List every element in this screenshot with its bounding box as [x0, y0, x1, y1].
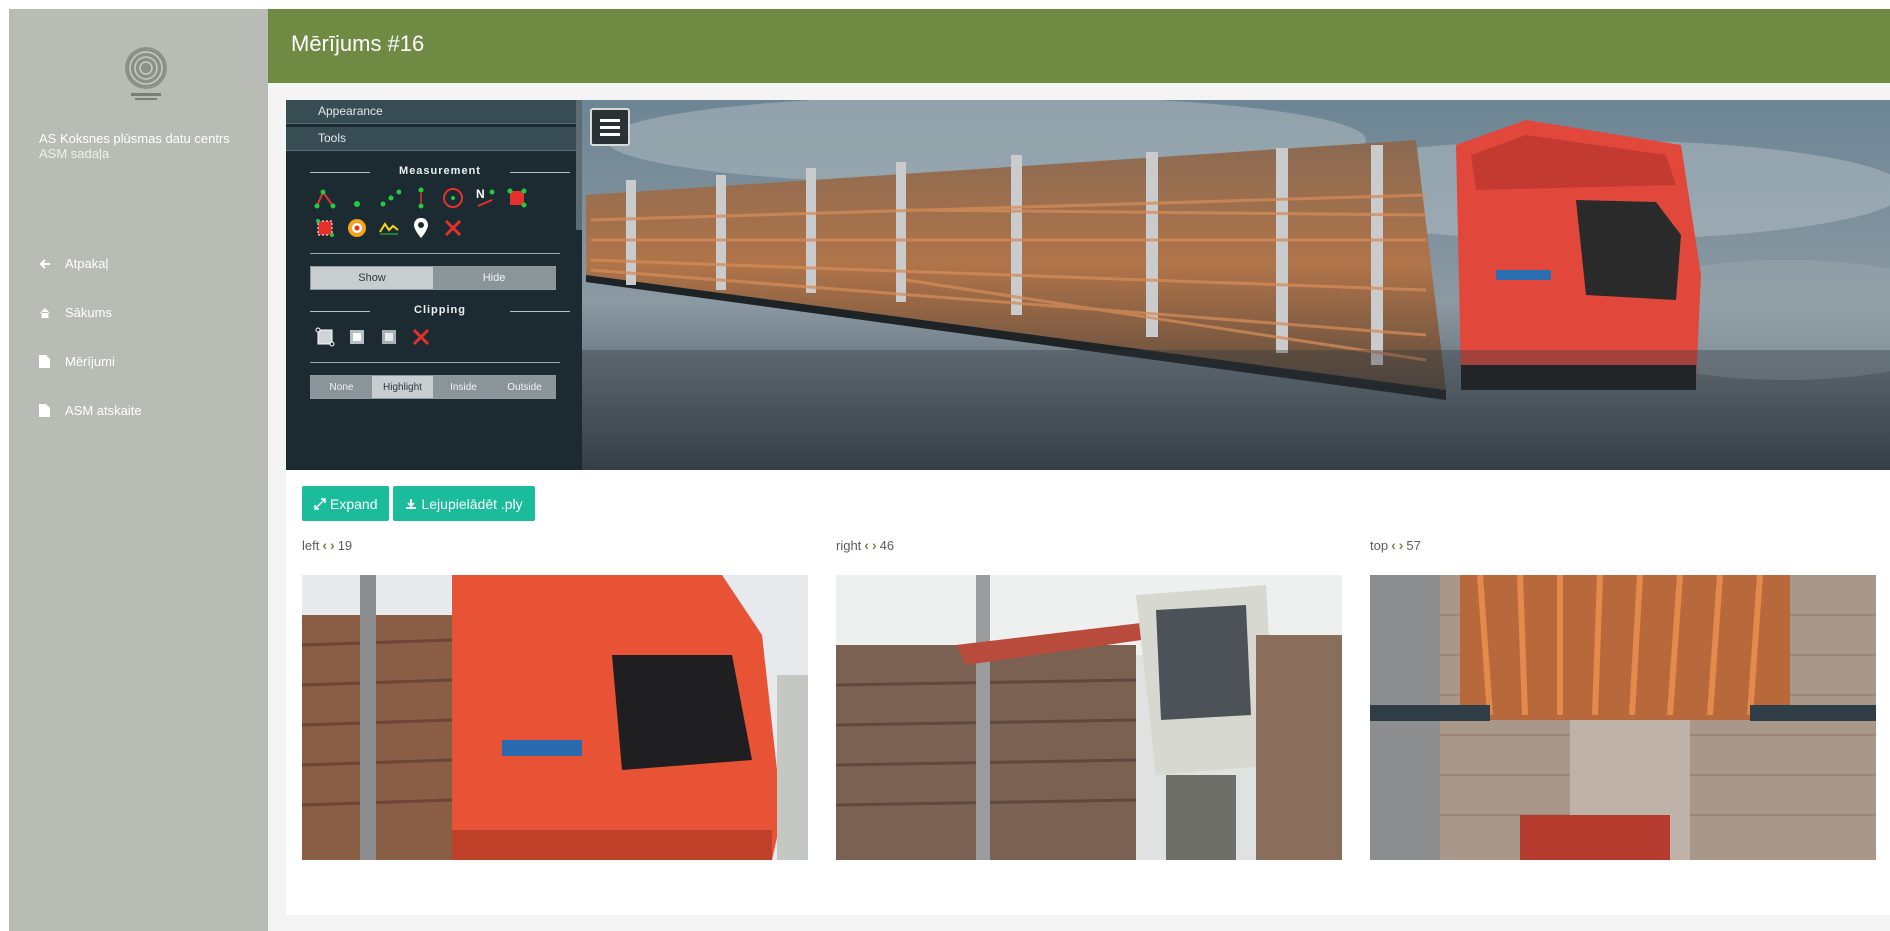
nav-item-back[interactable]: Atpakaļ — [39, 239, 259, 288]
clip-mode-highlight[interactable]: Highlight — [372, 376, 433, 398]
next-image-icon[interactable]: › — [1399, 537, 1404, 553]
organization-info: AS Koksnes plūsmas datu centrs ASM sadaļ… — [39, 131, 239, 161]
prev-image-icon[interactable]: ‹ — [864, 537, 869, 553]
camera-photo-left[interactable] — [302, 575, 808, 860]
sidebar: AS Koksnes plūsmas datu centrs ASM sadaļ… — [9, 9, 268, 931]
camera-caption-right: right ‹ › 46 — [836, 537, 894, 553]
clip-mode-toggle: None Highlight Inside Outside — [310, 375, 556, 399]
nav-item-measurements[interactable]: Mērījumi — [39, 337, 259, 386]
download-ply-button[interactable]: Lejupielādēt .ply — [393, 486, 535, 521]
nav-label-back: Atpakaļ — [65, 256, 109, 271]
top-strip — [0, 0, 1890, 9]
camera-caption-left: left ‹ › 19 — [302, 537, 352, 553]
nav-item-home[interactable]: Sākums — [39, 288, 259, 337]
document-icon — [39, 404, 59, 418]
profile-tool-icon[interactable] — [374, 215, 404, 241]
home-icon — [39, 306, 59, 320]
panel-scrollbar[interactable] — [576, 100, 582, 230]
section-divider — [310, 253, 560, 254]
camera-photo-top[interactable] — [1370, 575, 1876, 860]
measurement-tools-row-1: N — [286, 183, 582, 213]
nav-label-home: Sākums — [65, 305, 112, 320]
azimuth-tool-icon[interactable]: N — [470, 185, 500, 211]
viewer-actions: Expand Lejupielādēt .ply — [302, 486, 535, 521]
measurement-title: Measurement — [310, 165, 570, 177]
clip-polygon-icon[interactable] — [310, 324, 340, 350]
clipping-title: Clipping — [310, 304, 570, 316]
next-image-icon[interactable]: › — [330, 537, 335, 553]
circle-tool-icon[interactable] — [438, 185, 468, 211]
nav-label-asm-report: ASM atskaite — [65, 403, 142, 418]
sidebar-nav: Atpakaļ Sākums Mērījumi ASM atskaite — [39, 239, 259, 435]
viewer-tools-panel: Appearance Tools Measurement N Show Hide… — [286, 100, 582, 470]
document-icon — [39, 355, 59, 369]
page-title: Mērījums #16 — [291, 31, 425, 56]
show-button[interactable]: Show — [311, 267, 433, 289]
company-logo — [113, 40, 179, 106]
nav-item-asm-report[interactable]: ASM atskaite — [39, 386, 259, 435]
point-tool-icon[interactable] — [342, 185, 372, 211]
accordion-appearance[interactable]: Appearance — [286, 100, 576, 124]
viewer-menu-button[interactable] — [590, 108, 630, 146]
height-tool-icon[interactable] — [406, 185, 436, 211]
remove-clip-icon[interactable] — [406, 324, 436, 350]
download-label: Lejupielādēt .ply — [421, 495, 523, 512]
clip-mode-none[interactable]: None — [311, 376, 372, 398]
page-header: Mērījums #16 — [268, 9, 1890, 83]
accordion-tools[interactable]: Tools — [286, 127, 576, 151]
camera-count: 46 — [879, 537, 895, 553]
remove-measurements-icon[interactable] — [438, 215, 468, 241]
svg-text:N: N — [476, 187, 485, 201]
camera-photo-right[interactable] — [836, 575, 1342, 860]
camera-name: right — [836, 537, 862, 553]
volume-tool-icon[interactable] — [310, 215, 340, 241]
clip-mode-outside[interactable]: Outside — [494, 376, 555, 398]
organization-name: AS Koksnes plūsmas datu centrs — [39, 131, 230, 146]
area-tool-icon[interactable] — [502, 185, 532, 211]
camera-count: 57 — [1406, 537, 1421, 553]
hide-button[interactable]: Hide — [433, 267, 555, 289]
camera-name: left — [302, 537, 320, 553]
measurement-tools-row-2 — [286, 213, 582, 243]
next-image-icon[interactable]: › — [872, 537, 877, 553]
section-divider — [310, 362, 560, 363]
angle-tool-icon[interactable] — [310, 185, 340, 211]
clip-box-icon[interactable] — [374, 324, 404, 350]
distance-tool-icon[interactable] — [374, 185, 404, 211]
expand-button[interactable]: Expand — [302, 486, 390, 521]
camera-count: 19 — [337, 537, 353, 553]
prev-image-icon[interactable]: ‹ — [1391, 537, 1396, 553]
prev-image-icon[interactable]: ‹ — [322, 537, 327, 553]
clip-volume-icon[interactable] — [342, 324, 372, 350]
show-hide-toggle: Show Hide — [310, 266, 556, 290]
camera-caption-top: top ‹ › 57 — [1370, 537, 1421, 553]
clip-mode-inside[interactable]: Inside — [433, 376, 494, 398]
arrow-left-icon — [39, 257, 59, 271]
expand-label: Expand — [330, 495, 378, 512]
camera-name: top — [1370, 537, 1389, 553]
annotation-tool-icon[interactable] — [406, 215, 436, 241]
expand-icon — [314, 497, 326, 510]
clipping-tools-row — [286, 322, 582, 352]
menu-icon — [600, 118, 620, 122]
download-icon — [405, 498, 417, 510]
organization-section: ASM sadaļa — [39, 146, 110, 161]
nav-label-measurements: Mērījumi — [65, 354, 115, 369]
sphere-volume-tool-icon[interactable] — [342, 215, 372, 241]
